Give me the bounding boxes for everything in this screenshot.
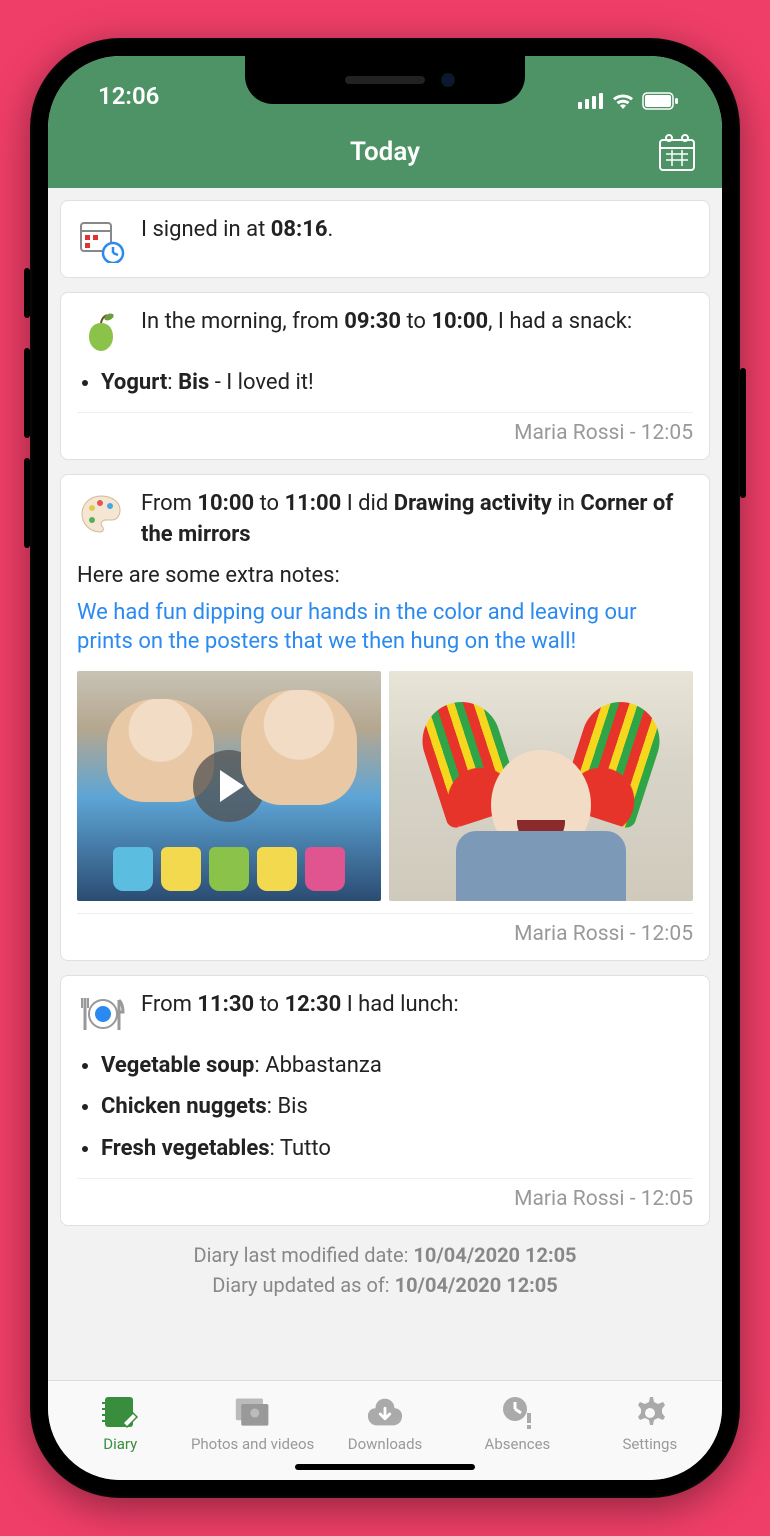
activity-photo[interactable] (389, 671, 693, 901)
snack-items: Yogurt: Bis - I loved it! (77, 365, 693, 400)
play-icon (193, 750, 265, 822)
gear-icon (631, 1395, 669, 1431)
diary-summary: Diary last modified date: 10/04/2020 12:… (60, 1240, 710, 1300)
snack-author: Maria Rossi - 12:05 (77, 412, 693, 445)
page-title: Today (350, 137, 420, 167)
lunch-author: Maria Rossi - 12:05 (77, 1178, 693, 1211)
lunch-item: Chicken nuggets: Bis (101, 1089, 693, 1124)
photos-icon (234, 1395, 272, 1431)
tab-label: Settings (622, 1435, 677, 1453)
home-indicator[interactable] (295, 1464, 475, 1470)
snack-item: Yogurt: Bis - I loved it! (101, 365, 693, 400)
palette-icon (77, 489, 125, 537)
calendar-button[interactable] (656, 132, 698, 178)
side-button (740, 368, 746, 498)
lunch-text: From 11:30 to 12:30 I had lunch: (141, 990, 693, 1021)
lunch-item: Vegetable soup: Abbastanza (101, 1048, 693, 1083)
signin-prefix: I signed in at (141, 217, 271, 242)
snack-card: In the morning, from 09:30 to 10:00, I h… (60, 292, 710, 460)
content-scroll[interactable]: I signed in at 08:16. In the morn (48, 188, 722, 1380)
diary-icon (101, 1395, 139, 1431)
signin-text: I signed in at 08:16. (141, 215, 693, 246)
signin-icon (77, 215, 125, 263)
side-button (24, 458, 30, 548)
tab-settings[interactable]: Settings (584, 1395, 716, 1453)
signal-icon (578, 93, 604, 109)
notch (245, 56, 525, 104)
download-icon (366, 1395, 404, 1431)
status-time: 12:06 (98, 82, 159, 110)
wifi-icon (612, 93, 634, 109)
phone-frame: 12:06 Today (30, 38, 740, 1498)
signin-time: 08:16 (271, 217, 328, 242)
meal-icon (77, 990, 125, 1038)
lunch-items: Vegetable soup: Abbastanza Chicken nugge… (77, 1048, 693, 1166)
activity-text: From 10:00 to 11:00 I did Drawing activi… (141, 489, 693, 551)
battery-icon (642, 92, 678, 110)
absences-icon (498, 1395, 536, 1431)
tab-label: Absences (485, 1435, 551, 1453)
tab-label: Diary (103, 1435, 137, 1453)
signin-suffix: . (327, 217, 333, 242)
activity-author: Maria Rossi - 12:05 (77, 913, 693, 946)
tab-downloads[interactable]: Downloads (319, 1395, 451, 1453)
tab-label: Downloads (348, 1435, 423, 1453)
activity-card: From 10:00 to 11:00 I did Drawing activi… (60, 474, 710, 961)
activity-video[interactable] (77, 671, 381, 901)
media-row (77, 671, 693, 901)
tab-photos[interactable]: Photos and videos (186, 1395, 318, 1453)
status-icons (578, 92, 678, 110)
side-button (24, 348, 30, 438)
calendar-icon (656, 132, 698, 174)
tab-label: Photos and videos (191, 1435, 314, 1453)
signin-card: I signed in at 08:16. (60, 200, 710, 278)
lunch-card: From 11:30 to 12:30 I had lunch: Vegetab… (60, 975, 710, 1226)
app-header: Today (48, 116, 722, 188)
tab-diary[interactable]: Diary (54, 1395, 186, 1453)
lunch-item: Fresh vegetables: Tutto (101, 1131, 693, 1166)
side-button (24, 268, 30, 318)
notes-text: We had fun dipping our hands in the colo… (77, 598, 693, 657)
apple-icon (77, 307, 125, 355)
snack-text: In the morning, from 09:30 to 10:00, I h… (141, 307, 693, 338)
notes-label: Here are some extra notes: (77, 563, 693, 588)
tab-absences[interactable]: Absences (451, 1395, 583, 1453)
